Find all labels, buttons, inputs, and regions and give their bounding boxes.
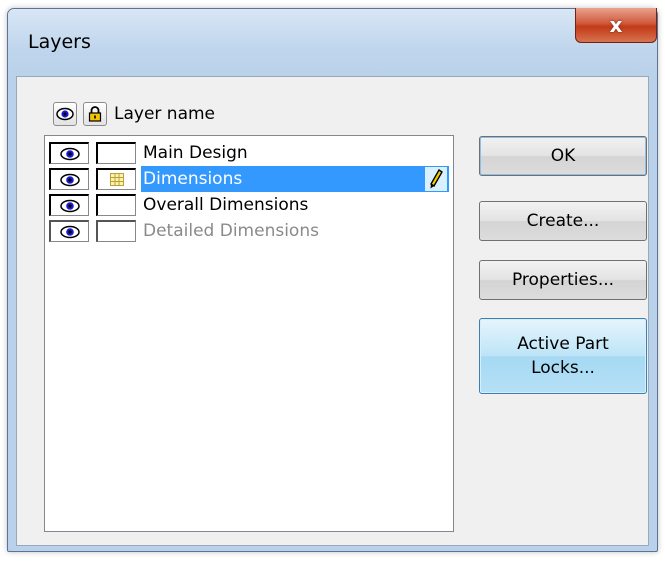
layer-lock-toggle[interactable]	[96, 142, 136, 164]
eye-icon	[59, 173, 80, 186]
layer-visibility-toggle[interactable]	[49, 194, 89, 216]
layer-visibility-toggle[interactable]	[49, 168, 89, 190]
active-part-locks-label-line2: Locks...	[531, 358, 595, 378]
layer-row-main-design[interactable]: Main Design	[49, 140, 449, 166]
ok-button[interactable]: OK	[479, 136, 647, 176]
layers-dialog: Layers x Layer name Main Design Dimensio…	[7, 8, 658, 552]
title-bar[interactable]: Layers x	[8, 8, 657, 79]
layer-name: Detailed Dimensions	[143, 221, 319, 241]
layer-lock-toggle[interactable]	[96, 168, 136, 190]
layer-name: Main Design	[143, 143, 248, 163]
lock-icon	[88, 106, 102, 122]
layer-visibility-toggle[interactable]	[49, 142, 89, 164]
layer-name-column-header: Layer name	[114, 104, 216, 124]
active-part-locks-label-line1: Active Part	[517, 334, 609, 354]
layer-row-dimensions[interactable]: Dimensions	[49, 166, 449, 192]
properties-button[interactable]: Properties...	[479, 260, 647, 300]
layer-list[interactable]: Main Design Dimensions Overall Dimension…	[44, 135, 454, 532]
dialog-client-area: Layer name Main Design Dimensions Overal…	[16, 76, 649, 546]
close-icon: x	[609, 13, 623, 37]
layer-name: Dimensions	[141, 166, 449, 192]
layer-name: Overall Dimensions	[143, 195, 309, 215]
lock-header-button[interactable]	[83, 102, 107, 126]
lock-grid-icon	[109, 173, 124, 186]
create-button[interactable]: Create...	[479, 201, 647, 241]
layer-lock-toggle[interactable]	[96, 220, 136, 242]
eye-icon	[59, 199, 80, 212]
layer-row-detailed-dimensions[interactable]: Detailed Dimensions	[49, 218, 449, 244]
layer-visibility-toggle[interactable]	[49, 220, 89, 242]
active-part-locks-button[interactable]: Active Part Locks...	[479, 318, 647, 394]
layer-lock-toggle[interactable]	[96, 194, 136, 216]
layer-row-overall-dimensions[interactable]: Overall Dimensions	[49, 192, 449, 218]
close-button[interactable]: x	[575, 8, 657, 43]
eye-icon	[59, 225, 80, 238]
eye-icon	[56, 107, 74, 121]
visibility-header-button[interactable]	[53, 102, 77, 126]
pencil-icon	[425, 167, 447, 191]
window-title: Layers	[28, 31, 91, 53]
eye-icon	[59, 147, 80, 160]
